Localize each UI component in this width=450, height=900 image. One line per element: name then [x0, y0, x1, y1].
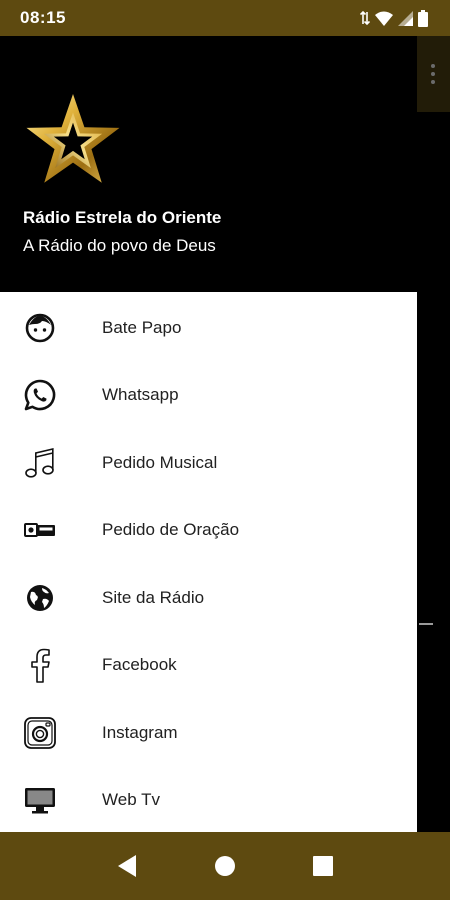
menu-item-whatsapp[interactable]: Whatsapp	[0, 362, 417, 430]
menu-item-web-tv[interactable]: Web Tv	[0, 767, 417, 835]
data-arrows-icon	[360, 10, 370, 26]
station-name: Rádio Estrela do Oriente	[23, 208, 222, 227]
back-icon[interactable]	[102, 841, 152, 891]
battery-icon	[418, 9, 428, 27]
menu-item-facebook[interactable]: Facebook	[0, 632, 417, 700]
prayer-request-icon	[22, 512, 58, 548]
navigation-drawer: Rádio Estrela do Oriente A Rádio do povo…	[0, 36, 417, 832]
face-icon	[22, 310, 58, 346]
instagram-icon	[22, 715, 58, 751]
whatsapp-icon	[22, 377, 58, 413]
menu-item-site-da-radio[interactable]: Site da Rádio	[0, 564, 417, 632]
menu-item-label: Whatsapp	[102, 385, 179, 405]
menu-item-label: Pedido de Oração	[102, 520, 240, 540]
home-icon[interactable]	[200, 841, 250, 891]
menu-item-pedido-musical[interactable]: Pedido Musical	[0, 429, 417, 497]
menu-item-label: Facebook	[102, 655, 177, 675]
status-icons	[360, 9, 428, 27]
menu-item-bate-papo[interactable]: Bate Papo	[0, 294, 417, 362]
recents-icon[interactable]	[298, 841, 348, 891]
menu-item-label: Web Tv	[102, 790, 160, 810]
status-bar: 08:15	[0, 0, 450, 36]
facebook-icon	[22, 647, 58, 684]
globe-icon	[22, 580, 58, 616]
menu-item-label: Pedido Musical	[102, 452, 218, 472]
overflow-menu-icon[interactable]	[416, 36, 450, 112]
gold-star-logo	[26, 94, 120, 183]
menu-item-label: Bate Papo	[102, 317, 182, 337]
menu-item-instagram[interactable]: Instagram	[0, 699, 417, 767]
tv-icon	[22, 782, 58, 818]
menu-item-label: Site da Rádio	[102, 587, 205, 607]
station-tagline: A Rádio do povo de Deus	[23, 236, 216, 255]
drawer-menu: Bate Papo Whatsapp Pedido Musical Pedido…	[0, 294, 417, 834]
signal-icon	[398, 10, 413, 26]
music-note-icon	[22, 445, 58, 481]
menu-item-pedido-de-oracao[interactable]: Pedido de Oração	[0, 497, 417, 565]
status-time: 08:15	[20, 8, 66, 27]
system-nav-bar	[0, 832, 450, 900]
menu-item-label: Instagram	[102, 722, 178, 742]
drawer-header: Rádio Estrela do Oriente A Rádio do povo…	[0, 36, 417, 292]
scroll-indicator	[419, 623, 433, 625]
wifi-icon	[375, 11, 393, 26]
